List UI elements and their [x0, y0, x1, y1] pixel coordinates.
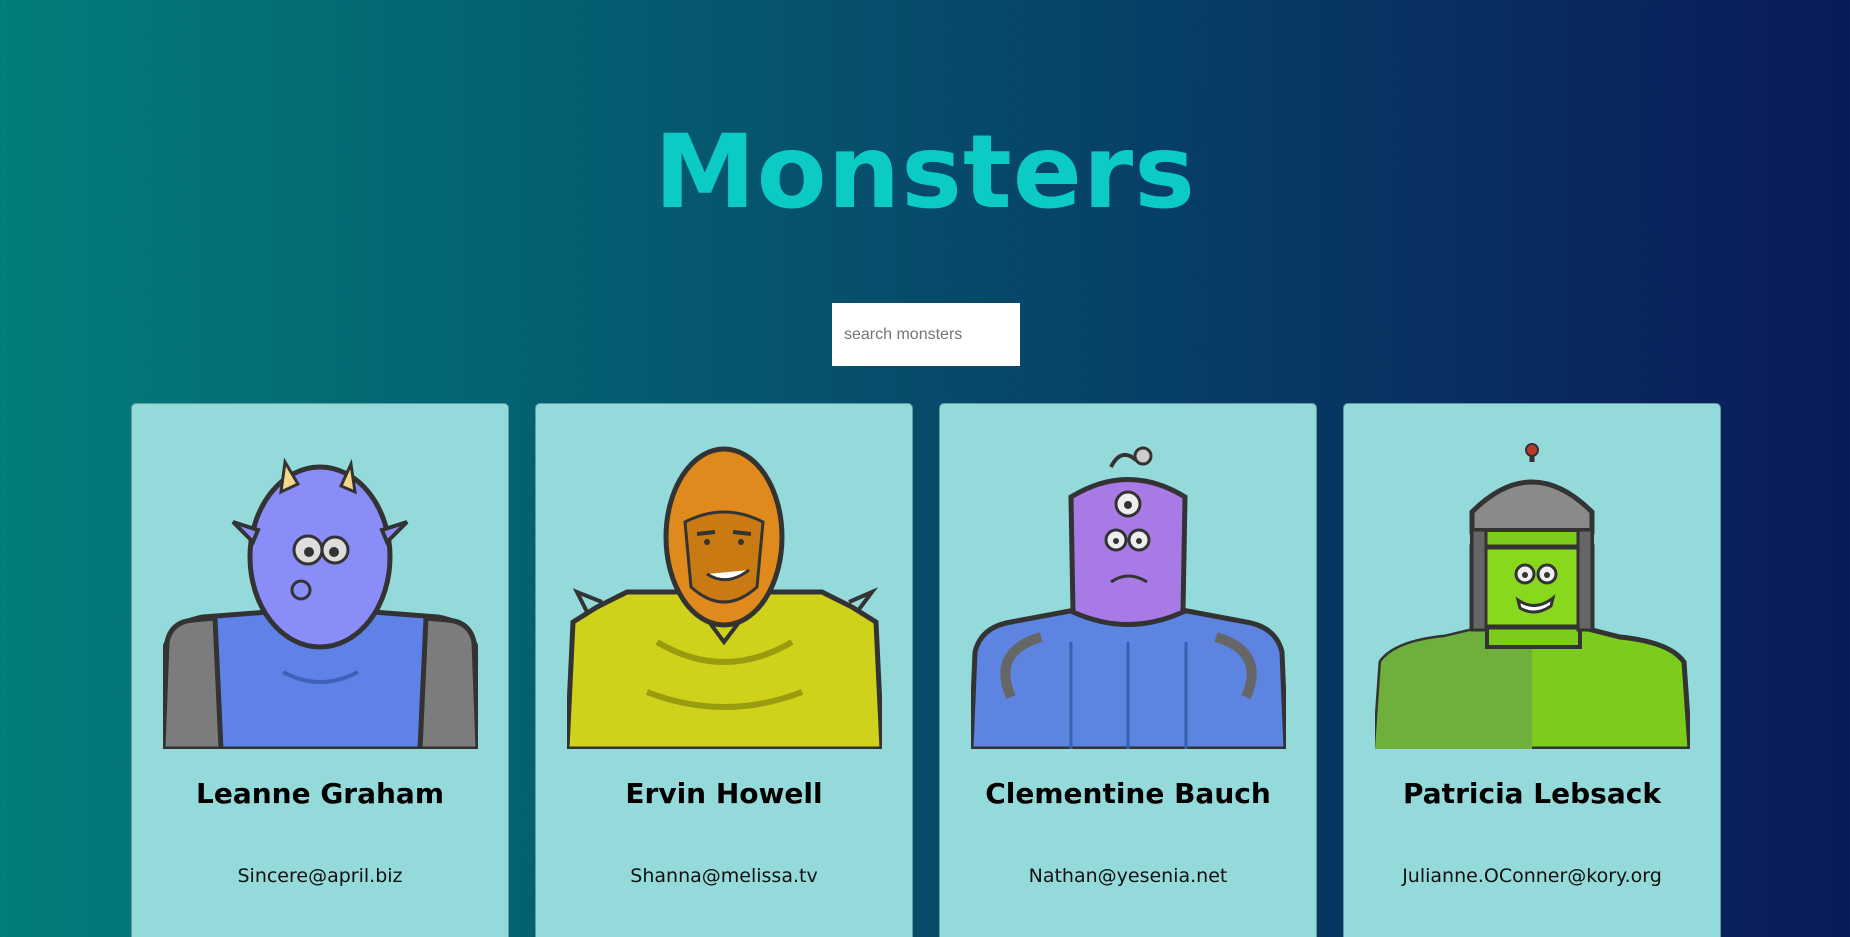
monster-name: Ervin Howell	[625, 777, 823, 810]
search-input[interactable]	[832, 303, 1020, 366]
monster-card[interactable]: Leanne Graham Sincere@april.biz	[131, 403, 509, 937]
monster-email: Nathan@yesenia.net	[1028, 865, 1228, 887]
monster-name: Leanne Graham	[195, 777, 445, 810]
monster-name: Patricia Lebsack	[1403, 777, 1661, 810]
monster-card[interactable]: Patricia Lebsack Julianne.OConner@kory.o…	[1343, 403, 1721, 937]
page-title: Monsters	[654, 113, 1196, 232]
monster-email: Shanna@melissa.tv	[630, 865, 818, 887]
card-list: Leanne Graham Sincere@april.biz Ervin Ho…	[131, 403, 1721, 937]
three-eyed-monster-icon	[971, 442, 1286, 749]
horned-monster-icon	[163, 442, 478, 749]
monster-card[interactable]: Ervin Howell Shanna@melissa.tv	[535, 403, 913, 937]
monster-email: Sincere@april.biz	[237, 865, 403, 887]
monster-name: Clementine Bauch	[985, 777, 1271, 810]
monster-email: Julianne.OConner@kory.org	[1402, 865, 1662, 887]
hooded-monster-icon	[567, 442, 882, 749]
monster-card[interactable]: Clementine Bauch Nathan@yesenia.net	[939, 403, 1317, 937]
robot-helmet-monster-icon	[1375, 442, 1690, 749]
